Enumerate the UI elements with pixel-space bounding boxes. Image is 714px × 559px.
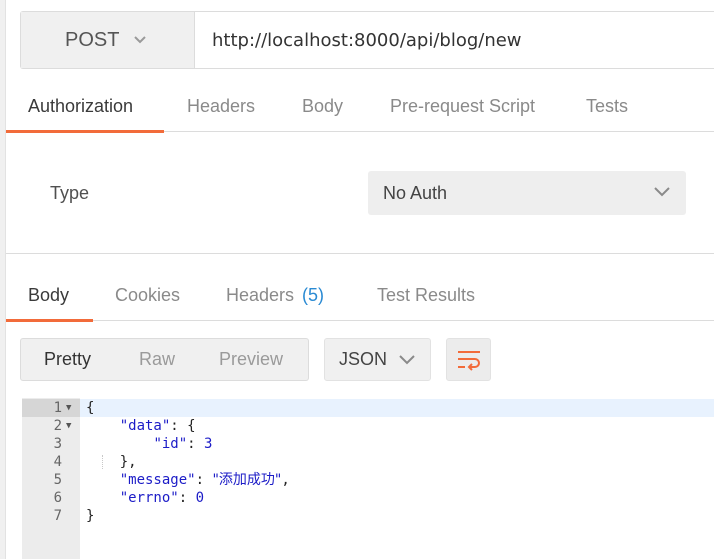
code-line: 4 }, — [22, 453, 714, 471]
json-punct: : { — [170, 418, 196, 434]
tab-headers[interactable]: Headers — [187, 86, 255, 132]
tab-authorization[interactable]: Authorization — [6, 86, 164, 133]
tab-response-body[interactable]: Body — [6, 275, 93, 322]
code-text: "id": 3 — [86, 435, 212, 453]
json-value: 3 — [204, 436, 213, 452]
chevron-down-icon — [399, 355, 415, 365]
method-select[interactable]: POST — [21, 12, 195, 68]
line-number: 1 — [53, 400, 62, 416]
auth-type-select[interactable]: No Auth — [368, 171, 686, 215]
view-mode-toggle: Pretty Raw Preview — [20, 338, 309, 381]
json-key: "errno" — [119, 490, 179, 506]
method-label: POST — [65, 28, 120, 51]
code-line: 7 } — [22, 507, 714, 525]
auth-type-label: Type — [50, 183, 90, 203]
code-text: } — [86, 508, 95, 524]
tab-cookies[interactable]: Cookies — [115, 275, 180, 321]
json-punct: : — [178, 490, 196, 506]
code-text: "errno": 0 — [86, 489, 204, 507]
tab-body[interactable]: Body — [302, 86, 343, 132]
section-divider — [6, 253, 714, 254]
json-key: "message" — [119, 472, 196, 488]
tab-test-results[interactable]: Test Results — [377, 275, 475, 321]
code-line: 3 "id": 3 — [22, 435, 714, 453]
line-number: 7 — [53, 508, 62, 524]
code-text: "message": "添加成功", — [86, 471, 290, 489]
tab-pre-request-script[interactable]: Pre-request Script — [390, 86, 535, 132]
json-value: 0 — [195, 490, 205, 506]
code-text: "data": { — [86, 417, 196, 435]
json-value: "添加成功" — [212, 472, 282, 488]
json-punct: : — [195, 472, 213, 488]
json-punct: , — [281, 472, 290, 488]
code-text: }, — [86, 453, 137, 471]
wrap-lines-button[interactable] — [446, 338, 491, 381]
code-text: { — [86, 400, 95, 416]
json-punct: }, — [119, 454, 137, 470]
json-key: "data" — [119, 418, 171, 434]
json-punct: : — [187, 436, 205, 452]
response-tabs: Body Cookies Headers (5) Test Results — [6, 275, 714, 322]
code-line: 6 "errno": 0 — [22, 489, 714, 507]
wrap-lines-icon — [457, 350, 480, 371]
raw-button[interactable]: Raw — [139, 339, 175, 380]
line-number: 5 — [53, 472, 62, 488]
code-line: 1 ▼ { — [22, 399, 714, 417]
line-number: 3 — [53, 436, 62, 452]
headers-count-badge: (5) — [302, 285, 325, 305]
tab-response-headers[interactable]: Headers (5) — [226, 275, 324, 321]
json-key: "id" — [153, 436, 188, 452]
pretty-button[interactable]: Pretty — [44, 339, 91, 380]
format-value: JSON — [339, 349, 388, 369]
line-number: 4 — [53, 454, 62, 470]
code-line: 5 "message": "添加成功", — [22, 471, 714, 489]
preview-button[interactable]: Preview — [219, 339, 283, 380]
format-select[interactable]: JSON — [324, 338, 431, 381]
indent-guide — [102, 455, 103, 469]
tab-tests[interactable]: Tests — [586, 86, 628, 132]
line-number: 2 — [53, 418, 62, 434]
request-tabs: Authorization Headers Body Pre-request S… — [6, 86, 714, 133]
url-input[interactable]: http://localhost:8000/api/blog/new — [195, 12, 714, 68]
response-body-editor[interactable]: 1 ▼ { 2 ▼ "data": { 3 "id": 3 4 }, 5 "me… — [22, 398, 714, 559]
request-bar: POST http://localhost:8000/api/blog/new — [20, 11, 714, 69]
code-line: 2 ▼ "data": { — [22, 417, 714, 435]
fold-arrow-icon[interactable]: ▼ — [66, 417, 71, 435]
fold-arrow-icon[interactable]: ▼ — [66, 399, 71, 417]
chevron-down-icon — [134, 36, 147, 44]
auth-type-value: No Auth — [383, 182, 448, 203]
line-number: 6 — [53, 490, 62, 506]
chevron-down-icon — [654, 187, 670, 197]
